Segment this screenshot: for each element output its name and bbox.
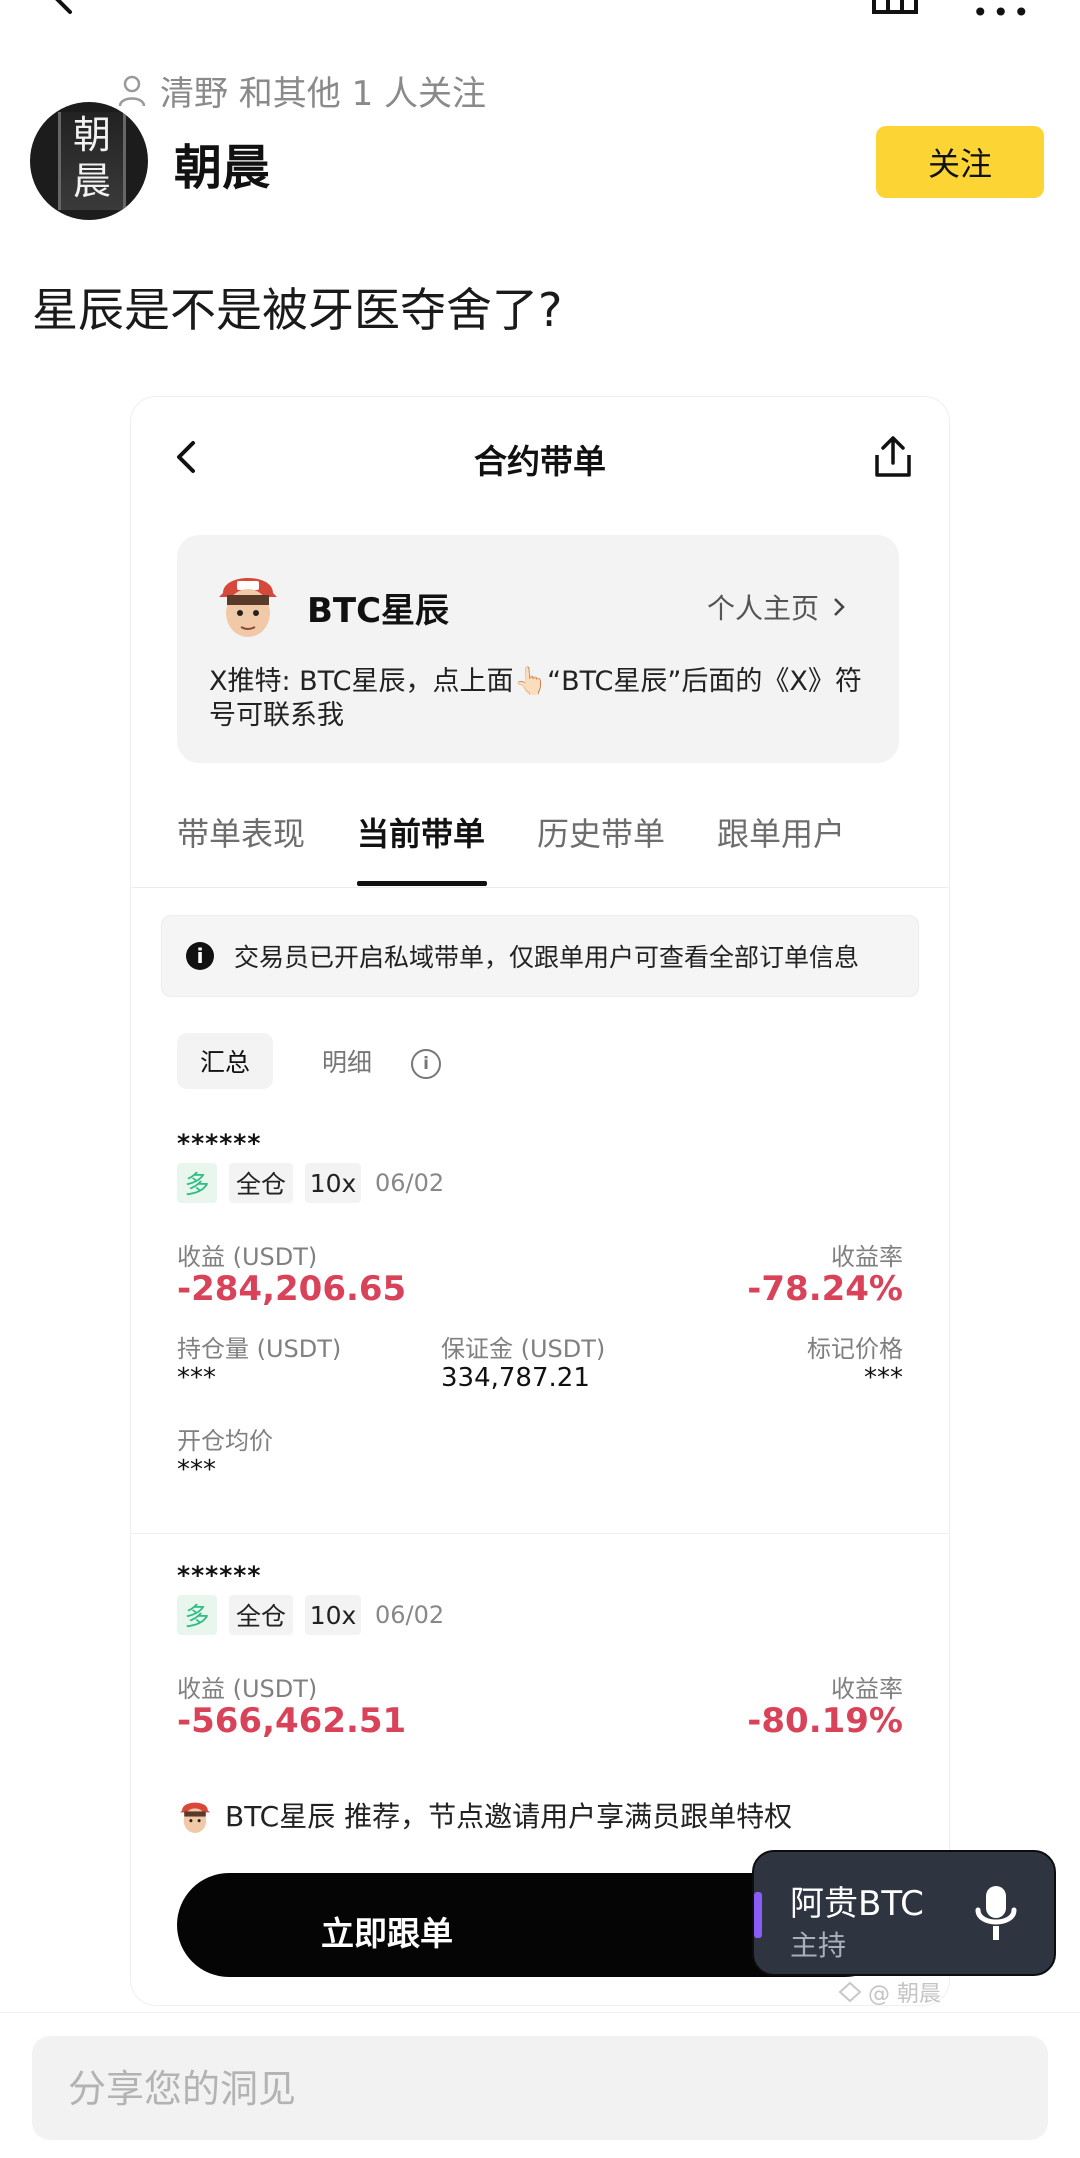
info-outline-icon: i xyxy=(411,1049,441,1079)
pnl-label: 收益 (USDT) xyxy=(177,1675,318,1703)
cartoon-avatar-icon xyxy=(219,578,277,637)
author-name[interactable]: 朝晨 xyxy=(174,128,270,198)
watermark: @ 朝晨 xyxy=(838,1976,941,2008)
embedded-screenshot[interactable]: 合约带单 BTC星辰 个人主页 X推特: BTC星辰，点上面👆🏻“BTC星辰”后… xyxy=(130,396,950,2006)
open-date: 06/02 xyxy=(375,1601,445,1629)
pnl-label: 收益 (USDT) xyxy=(177,1243,318,1271)
author-avatar[interactable]: 朝晨 xyxy=(30,102,148,220)
tab-history-orders: 历史带单 xyxy=(537,815,666,853)
tab-performance: 带单表现 xyxy=(177,815,306,853)
pnl-value: -284,206.65 xyxy=(177,1269,407,1309)
margin-value: 334,787.21 xyxy=(441,1363,590,1393)
live-host-role: 主持 xyxy=(790,1929,847,1962)
mark-price-value: *** xyxy=(864,1363,903,1393)
comment-bar[interactable] xyxy=(32,2036,1048,2140)
live-host-name: 阿贵BTC xyxy=(790,1884,924,1924)
margin-label: 保证金 (USDT) xyxy=(441,1335,606,1363)
profile-link: 个人主页 xyxy=(707,587,845,627)
position-card: ****** 多 全仓 10x 06/02 收益 (USDT) 收益率 -566… xyxy=(131,1561,949,1751)
position-symbol: ****** xyxy=(177,1129,262,1158)
leverage-badge: 10x xyxy=(305,1595,361,1635)
side-badge: 多 xyxy=(177,1163,217,1203)
follower-text: 清野 和其他 1 人关注 xyxy=(160,74,487,114)
bottom-divider xyxy=(0,2012,1080,2013)
comment-input[interactable] xyxy=(66,2056,1010,2122)
tab-current-orders: 当前带单 xyxy=(357,815,486,853)
home-icon[interactable] xyxy=(868,0,922,18)
margin-mode-badge: 全仓 xyxy=(229,1595,293,1635)
watermark-logo-icon xyxy=(838,1981,862,2003)
mark-price-label: 标记价格 xyxy=(807,1335,903,1363)
screenshot-title: 合约带单 xyxy=(474,442,606,481)
roi-label: 收益率 xyxy=(831,1675,903,1703)
post-text: 星辰是不是被牙医夺舍了? xyxy=(32,283,563,337)
watermark-text: @ 朝晨 xyxy=(868,1982,941,2007)
trader-bio: X推特: BTC星辰，点上面👆🏻“BTC星辰”后面的《X》符号可联系我 xyxy=(209,666,862,731)
pnl-value: -566,462.51 xyxy=(177,1701,407,1741)
roi-value: -80.19% xyxy=(747,1701,903,1741)
roi-value: -78.24% xyxy=(747,1269,903,1309)
follower-line: 清野 和其他 1 人关注 xyxy=(118,66,486,115)
avatar-calligraphy: 朝晨 xyxy=(58,112,126,210)
recommend-line: BTC星辰 推荐，节点邀请用户享满员跟单特权 xyxy=(177,1795,792,1835)
size-label: 持仓量 (USDT) xyxy=(177,1335,342,1363)
active-tab-indicator xyxy=(357,881,487,886)
private-notice: i 交易员已开启私域带单，仅跟单用户可查看全部订单信息 xyxy=(161,915,919,997)
roi-label: 收益率 xyxy=(831,1243,903,1271)
live-indicator-bar xyxy=(754,1892,762,1938)
person-icon xyxy=(118,75,146,106)
chevron-right-icon xyxy=(834,598,845,616)
position-card: ****** 多 全仓 10x 06/02 收益 (USDT) 收益率 -284… xyxy=(131,1129,949,1507)
entry-price-label: 开仓均价 xyxy=(177,1427,273,1455)
segment-detail: 明细 xyxy=(321,1048,372,1077)
more-icon[interactable]: ••• xyxy=(972,0,1034,29)
size-value: *** xyxy=(177,1363,216,1393)
segment-summary: 汇总 xyxy=(177,1033,273,1089)
entry-price-value: *** xyxy=(177,1455,216,1485)
position-divider xyxy=(131,1533,949,1534)
leverage-badge: 10x xyxy=(305,1163,361,1203)
trader-name: BTC星辰 xyxy=(307,591,450,631)
live-room-pill[interactable]: 阿贵BTC 主持 xyxy=(752,1850,1056,1976)
cartoon-avatar-icon xyxy=(180,1802,210,1833)
open-date: 06/02 xyxy=(375,1169,445,1197)
side-badge: 多 xyxy=(177,1595,217,1635)
notice-text: 交易员已开启私域带单，仅跟单用户可查看全部订单信息 xyxy=(234,943,860,972)
back-arrow-icon[interactable] xyxy=(44,0,84,14)
follow-button[interactable]: 关注 xyxy=(876,126,1044,198)
copy-trade-label: 立即跟单 xyxy=(321,1914,453,1953)
profile-link-label: 个人主页 xyxy=(707,592,820,625)
margin-mode-badge: 全仓 xyxy=(229,1163,293,1203)
microphone-icon[interactable] xyxy=(968,1882,1024,1944)
top-bar: ••• xyxy=(0,0,1080,40)
tab-copy-users: 跟单用户 xyxy=(717,815,846,853)
info-icon: i xyxy=(186,942,214,970)
recommend-text: BTC星辰 推荐，节点邀请用户享满员跟单特权 xyxy=(225,1800,793,1833)
share-icon xyxy=(875,436,911,477)
position-symbol: ****** xyxy=(177,1561,262,1590)
trader-card: BTC星辰 个人主页 X推特: BTC星辰，点上面👆🏻“BTC星辰”后面的《X》… xyxy=(177,535,899,763)
screenshot-header: 合约带单 xyxy=(131,397,949,517)
tab-bar: 带单表现 当前带单 历史带单 跟单用户 xyxy=(131,809,949,888)
